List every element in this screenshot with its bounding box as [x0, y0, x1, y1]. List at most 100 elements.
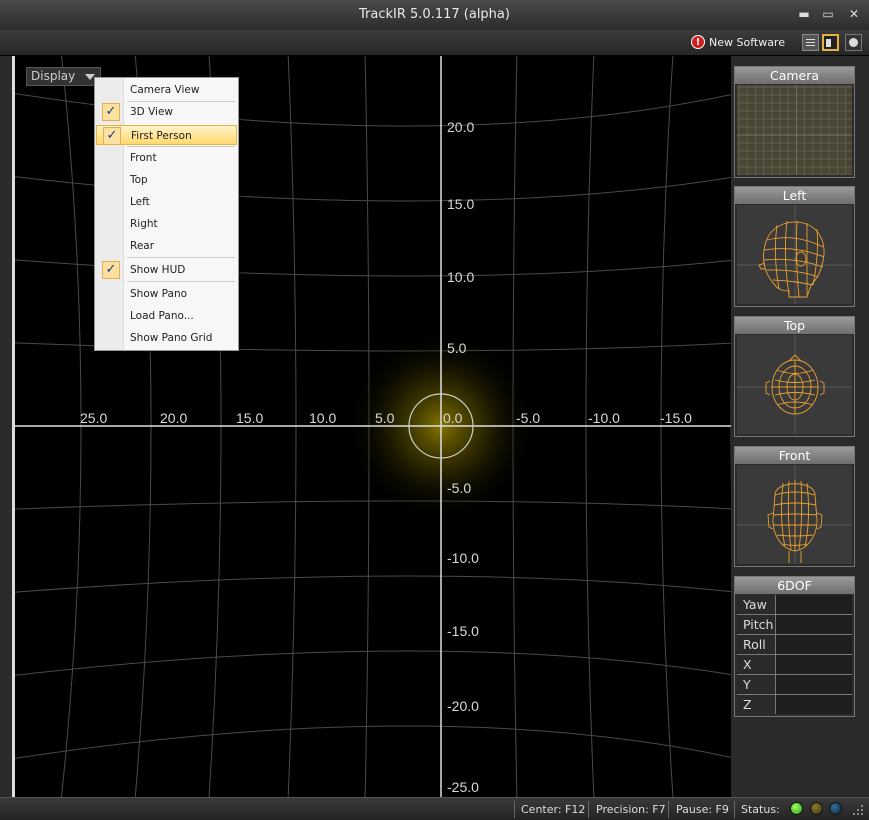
menu-item-show-pano-grid[interactable]: Show Pano Grid: [96, 328, 237, 348]
menu-item-show-pano[interactable]: Show Pano: [96, 284, 237, 304]
new-software-label: New Software: [709, 35, 785, 49]
menu-item-top[interactable]: Top: [96, 170, 237, 190]
display-dropdown[interactable]: Display: [26, 67, 101, 86]
status-separator: [514, 801, 515, 818]
display-menu: Camera View ✓ 3D View ✓ First Person Front Top…: [94, 77, 239, 351]
dof-row-x: X: [737, 655, 852, 675]
checkmark-icon: ✓: [102, 103, 120, 121]
menu-item-show-hud[interactable]: ✓ Show HUD: [96, 260, 237, 280]
v-tick-label: -5.0: [447, 480, 471, 496]
head-left-icon: [737, 205, 852, 304]
h-tick-label: -15.0: [660, 410, 692, 426]
checkmark-icon: ✓: [103, 127, 121, 145]
menu-item-camera-view[interactable]: Camera View: [96, 80, 237, 100]
menu-item-right[interactable]: Right: [96, 214, 237, 234]
dof-value: [775, 635, 852, 654]
menu-separator: [127, 281, 235, 282]
front-panel-title: Front: [735, 447, 854, 464]
menu-item-load-pano[interactable]: Load Pano...: [96, 306, 237, 326]
grid-line-horizontal: [12, 500, 731, 510]
menu-item-label: 3D View: [130, 106, 174, 118]
window-title: TrackIR 5.0.117 (alpha): [359, 7, 510, 22]
alert-icon: !: [691, 35, 705, 49]
h-tick-label: 20.0: [160, 410, 187, 426]
head-top-icon: [737, 335, 852, 434]
h-tick-label: -5.0: [516, 410, 540, 426]
camera-grid: [737, 85, 852, 175]
dof-row-y: Y: [737, 675, 852, 695]
menu-item-label: Show Pano: [130, 288, 188, 300]
pause-hotkey: Pause: F9: [676, 803, 729, 816]
menu-item-label: Camera View: [130, 84, 200, 96]
left-panel: Left: [734, 186, 855, 307]
list-view-icon[interactable]: [802, 34, 819, 51]
display-dropdown-label: Display: [31, 69, 76, 83]
menu-item-label: Front: [130, 152, 157, 164]
dof-label: Pitch: [743, 617, 774, 632]
status-separator: [734, 801, 735, 818]
dof-value: [775, 695, 852, 714]
front-panel: Front: [734, 446, 855, 567]
status-bar: Center: F12 Precision: F7 Pause: F9 Stat…: [0, 797, 869, 820]
dof-label: Y: [743, 677, 751, 692]
close-button[interactable]: ✕: [846, 7, 862, 21]
dof-row-roll: Roll: [737, 635, 852, 655]
dof-value: [775, 655, 852, 674]
resize-grip-icon[interactable]: [851, 803, 865, 817]
left-head-view: [737, 205, 852, 304]
menu-item-first-person[interactable]: ✓ First Person: [96, 125, 237, 145]
dof-row-z: Z: [737, 695, 852, 714]
dof-value: [775, 675, 852, 694]
camera-video-icon[interactable]: [845, 34, 862, 51]
menu-item-label: Show Pano Grid: [130, 332, 213, 344]
title-bar[interactable]: TrackIR 5.0.117 (alpha) ▬ ▭ ✕: [0, 0, 869, 31]
camera-panel: Camera: [734, 66, 855, 178]
h-tick-label: -10.0: [588, 410, 620, 426]
menu-separator: [127, 101, 235, 102]
6dof-panel: 6DOF Yaw Pitch Roll X Y Z: [734, 576, 855, 717]
menu-item-front[interactable]: Front: [96, 148, 237, 168]
dof-label: X: [743, 657, 752, 672]
camera-preview[interactable]: [737, 85, 852, 175]
dof-label: Z: [743, 697, 752, 712]
minimize-button[interactable]: ▬: [796, 7, 812, 21]
tracking-view-icon[interactable]: [822, 34, 839, 51]
menu-item-3d-view[interactable]: ✓ 3D View: [96, 102, 237, 122]
v-tick-label: 10.0: [447, 269, 474, 285]
top-panel-title: Top: [735, 317, 854, 334]
menu-item-left[interactable]: Left: [96, 192, 237, 212]
new-software-link[interactable]: ! New Software: [691, 34, 785, 50]
head-front-icon: [737, 465, 852, 564]
v-tick-label: 20.0: [447, 119, 474, 135]
menu-item-label: First Person: [131, 130, 192, 142]
h-tick-label: 0.0: [443, 410, 463, 426]
checkmark-icon: ✓: [102, 261, 120, 279]
grid-line-horizontal: [12, 575, 731, 593]
status-label: Status:: [741, 803, 780, 816]
dof-label: Yaw: [743, 597, 767, 612]
viewport-edge: [12, 56, 15, 797]
v-tick-label: 15.0: [447, 196, 474, 212]
6dof-panel-title: 6DOF: [735, 577, 854, 594]
dof-row-pitch: Pitch: [737, 615, 852, 635]
menu-item-label: Top: [130, 174, 148, 186]
h-tick-label: 10.0: [309, 410, 336, 426]
6dof-table: Yaw Pitch Roll X Y Z: [737, 595, 852, 714]
menu-item-label: Rear: [130, 240, 155, 252]
h-tick-label: 15.0: [236, 410, 263, 426]
menu-item-label: Left: [130, 196, 150, 208]
menu-item-rear[interactable]: Rear: [96, 236, 237, 256]
trackir-window: TrackIR 5.0.117 (alpha) ▬ ▭ ✕ ! New Soft…: [0, 0, 869, 820]
dof-row-yaw: Yaw: [737, 595, 852, 615]
top-head-view: [737, 335, 852, 434]
camera-panel-title: Camera: [735, 67, 854, 84]
precision-hotkey: Precision: F7: [596, 803, 666, 816]
maximize-button[interactable]: ▭: [820, 7, 836, 21]
grid-line-horizontal: [12, 650, 731, 677]
grid-line-horizontal: [12, 725, 731, 760]
h-tick-label: 5.0: [375, 410, 395, 426]
status-blue-led-icon: [829, 802, 842, 815]
dof-value: [775, 615, 852, 634]
dof-label: Roll: [743, 637, 766, 652]
dof-value: [775, 595, 852, 614]
